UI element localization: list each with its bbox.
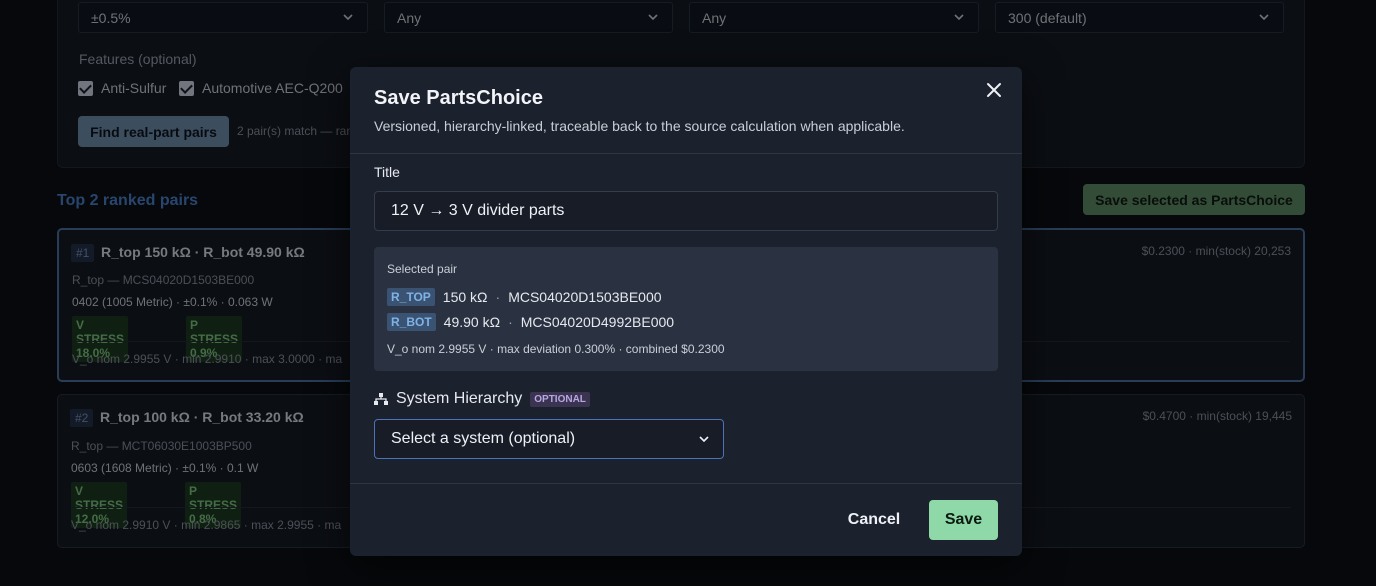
selected-pair-label: Selected pair (387, 262, 458, 276)
chevron-down-icon (699, 436, 709, 443)
save-button[interactable]: Save (929, 500, 998, 540)
divider (350, 153, 1022, 154)
system-select-value: Select a system (optional) (391, 430, 576, 447)
cancel-button[interactable]: Cancel (842, 500, 906, 540)
title-input[interactable] (374, 191, 998, 231)
selected-pair-summary: V_o nom 2.9955 V · max deviation 0.300% … (387, 342, 725, 356)
save-partschoice-dialog: Save PartsChoice Versioned, hierarchy-li… (350, 67, 1022, 556)
part-value: 150 kΩ (442, 289, 488, 305)
title-label: Title (374, 164, 400, 180)
selected-part-top: R_TOP 150 kΩ · MCS04020D1503BE000 (387, 288, 662, 306)
dialog-title: Save PartsChoice (374, 87, 543, 109)
system-hierarchy-label: System Hierarchy (396, 390, 523, 407)
r-bot-tag: R_BOT (387, 313, 436, 331)
selected-part-bot: R_BOT 49.90 kΩ · MCS04020D4992BE000 (387, 313, 674, 331)
part-mpn: MCS04020D4992BE000 (520, 314, 675, 330)
r-top-tag: R_TOP (387, 288, 435, 306)
close-icon[interactable] (985, 81, 1003, 99)
separator: · (495, 289, 501, 305)
optional-badge: OPTIONAL (530, 391, 590, 407)
part-value: 49.90 kΩ (443, 314, 501, 330)
part-mpn: MCS04020D1503BE000 (508, 289, 662, 305)
system-select[interactable]: Select a system (optional) (374, 419, 724, 459)
dialog-description: Versioned, hierarchy-linked, traceable b… (374, 118, 905, 134)
separator: · (508, 314, 513, 330)
selected-pair-box: Selected pair R_TOP 150 kΩ · MCS04020D15… (374, 247, 998, 371)
hierarchy-icon (374, 393, 388, 405)
system-hierarchy-header: System Hierarchy OPTIONAL (374, 390, 590, 408)
divider (350, 483, 1022, 484)
